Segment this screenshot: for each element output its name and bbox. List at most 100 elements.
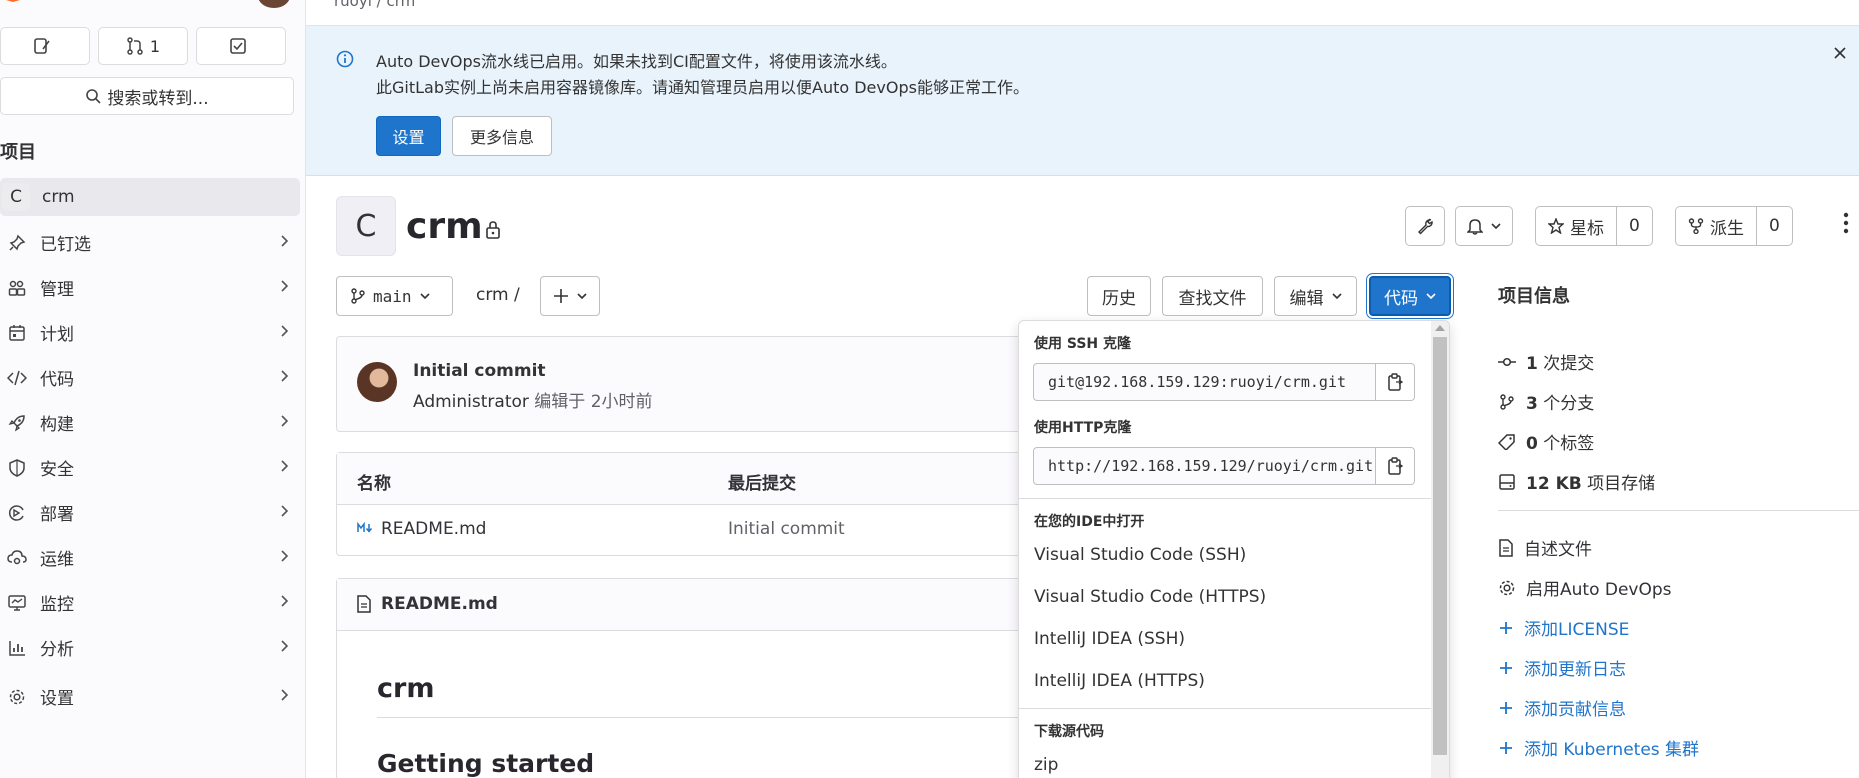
readme-link[interactable]: 自述文件	[1498, 535, 1592, 560]
chevron-down-icon	[1426, 292, 1436, 300]
sidebar-item-build[interactable]: 构建	[0, 400, 300, 445]
more-info-button[interactable]: 更多信息	[452, 116, 552, 156]
plus-icon	[1498, 660, 1514, 676]
chevron-down-icon	[1491, 222, 1501, 230]
avatar[interactable]	[357, 362, 397, 402]
readme-file-name[interactable]: README.md	[381, 594, 498, 614]
todos-counter-button[interactable]	[196, 27, 286, 65]
sidebar-item-manage[interactable]: 管理	[0, 265, 300, 310]
search-button[interactable]: 搜索或转到...	[0, 77, 294, 115]
download-source-title: 下载源代码	[1034, 724, 1104, 740]
storage-stat-link[interactable]: 12 KB 项目存储	[1498, 469, 1655, 494]
banner-text-line1: Auto DevOps流水线已启用。如果未找到CI配置文件，将使用该流水线。	[376, 52, 897, 71]
settings-button[interactable]: 设置	[376, 116, 441, 156]
table-row[interactable]: README.md Initial commit	[337, 505, 1055, 555]
chevron-right-icon	[280, 460, 288, 472]
sidebar-item-monitor[interactable]: 监控	[0, 580, 300, 625]
add-file-dropdown[interactable]	[540, 276, 600, 316]
commit-title-link[interactable]: Initial commit	[413, 361, 546, 381]
rocket-icon	[6, 414, 28, 432]
enable-auto-devops-link[interactable]: 启用Auto DevOps	[1498, 575, 1672, 600]
repo-path: crm /	[476, 285, 520, 305]
sidebar-item-analyze[interactable]: 分析	[0, 625, 300, 670]
sidebar-item-plan[interactable]: 计划	[0, 310, 300, 355]
add-changelog-link[interactable]: 添加更新日志	[1498, 655, 1626, 680]
sidebar-item-pinned[interactable]: 已钉选	[0, 220, 300, 265]
markdown-file-icon	[357, 522, 375, 534]
copy-http-url-button[interactable]	[1375, 447, 1415, 485]
close-icon[interactable]	[1833, 46, 1847, 60]
history-button[interactable]: 历史	[1087, 276, 1151, 316]
ssh-url-input[interactable]: git@192.168.159.129:ruoyi/crm.git	[1033, 363, 1376, 401]
sidebar-item-project-crm[interactable]: C crm	[0, 178, 300, 216]
copy-icon	[1387, 373, 1403, 391]
star-button-group: 星标 0	[1535, 206, 1653, 246]
chevron-down-icon	[419, 292, 430, 300]
http-url-input[interactable]: http://192.168.159.129/ruoyi/crm.git	[1033, 447, 1376, 485]
chevron-right-icon	[280, 505, 288, 517]
chevron-right-icon	[280, 370, 288, 382]
add-license-link[interactable]: 添加LICENSE	[1498, 615, 1629, 640]
sidebar-item-code[interactable]: 代码	[0, 355, 300, 400]
sidebar-item-operate[interactable]: 运维	[0, 535, 300, 580]
notification-dropdown[interactable]	[1455, 206, 1513, 246]
sidebar-item-label: crm	[42, 187, 75, 207]
chart-icon	[6, 639, 28, 657]
divider	[1019, 498, 1433, 499]
open-intellij-ssh-item[interactable]: IntelliJ IDEA (SSH)	[1034, 629, 1185, 649]
project-title: crm	[406, 206, 483, 247]
add-contributing-link[interactable]: 添加贡献信息	[1498, 695, 1626, 720]
branches-stat-link[interactable]: 3 个分支	[1498, 389, 1594, 414]
commits-stat-link[interactable]: 1 次提交	[1498, 349, 1594, 374]
open-intellij-https-item[interactable]: IntelliJ IDEA (HTTPS)	[1034, 671, 1205, 691]
dropdown-scrollbar[interactable]	[1431, 321, 1449, 778]
code-dropdown[interactable]: 代码	[1369, 276, 1451, 316]
calendar-icon	[6, 324, 28, 342]
download-zip-item[interactable]: zip	[1034, 755, 1058, 775]
http-clone-title: 使用HTTP克隆	[1034, 420, 1132, 436]
open-vscode-ssh-item[interactable]: Visual Studio Code (SSH)	[1034, 545, 1246, 565]
file-commit-link[interactable]: Initial commit	[728, 519, 845, 539]
user-avatar[interactable]	[258, 0, 290, 8]
plus-icon	[1498, 620, 1514, 636]
star-count[interactable]: 0	[1616, 207, 1652, 245]
branch-selector[interactable]: main	[336, 276, 453, 316]
sidebar-item-security[interactable]: 安全	[0, 445, 300, 490]
copy-icon	[1387, 457, 1403, 475]
open-vscode-https-item[interactable]: Visual Studio Code (HTTPS)	[1034, 587, 1266, 607]
file-name-link[interactable]: README.md	[381, 519, 486, 539]
find-file-button[interactable]: 查找文件	[1162, 276, 1263, 316]
fork-button[interactable]: 派生	[1676, 207, 1756, 245]
star-button[interactable]: 星标	[1536, 207, 1616, 245]
copy-ssh-url-button[interactable]	[1375, 363, 1415, 401]
file-icon	[357, 595, 371, 613]
add-kubernetes-link[interactable]: 添加 Kubernetes 集群	[1498, 735, 1699, 760]
sidebar-item-settings[interactable]: 设置	[0, 674, 300, 719]
top-bar: ruoyi / crm	[306, 0, 1859, 26]
gear-icon	[1498, 579, 1516, 597]
branch-icon	[351, 288, 365, 304]
scrollbar-thumb[interactable]	[1433, 337, 1447, 755]
todo-icon	[229, 37, 247, 55]
edit-dropdown[interactable]: 编辑	[1274, 276, 1357, 316]
project-avatar: C	[2, 183, 30, 211]
project-settings-button[interactable]	[1405, 206, 1445, 246]
breadcrumb[interactable]: ruoyi / crm	[334, 0, 415, 10]
more-actions-icon[interactable]	[1843, 212, 1849, 234]
sidebar-item-deploy[interactable]: 部署	[0, 490, 300, 535]
commit-author-link[interactable]: Administrator	[413, 392, 529, 412]
clone-dropdown-menu: 使用 SSH 克隆 git@192.168.159.129:ruoyi/crm.…	[1018, 320, 1450, 778]
merge-requests-counter-button[interactable]: 1	[98, 27, 188, 65]
fork-count[interactable]: 0	[1756, 207, 1792, 245]
sidebar-counters: 1	[0, 27, 286, 65]
issues-counter-button[interactable]	[0, 27, 90, 65]
users-icon	[6, 279, 28, 297]
commit-icon	[1498, 356, 1516, 368]
chevron-right-icon	[280, 325, 288, 337]
bell-icon	[1467, 217, 1483, 235]
scroll-up-icon[interactable]	[1435, 325, 1445, 331]
cloud-gear-icon	[6, 549, 28, 567]
lock-icon	[484, 220, 502, 240]
tags-stat-link[interactable]: 0 个标签	[1498, 429, 1594, 454]
gitlab-logo-icon[interactable]	[0, 0, 30, 10]
